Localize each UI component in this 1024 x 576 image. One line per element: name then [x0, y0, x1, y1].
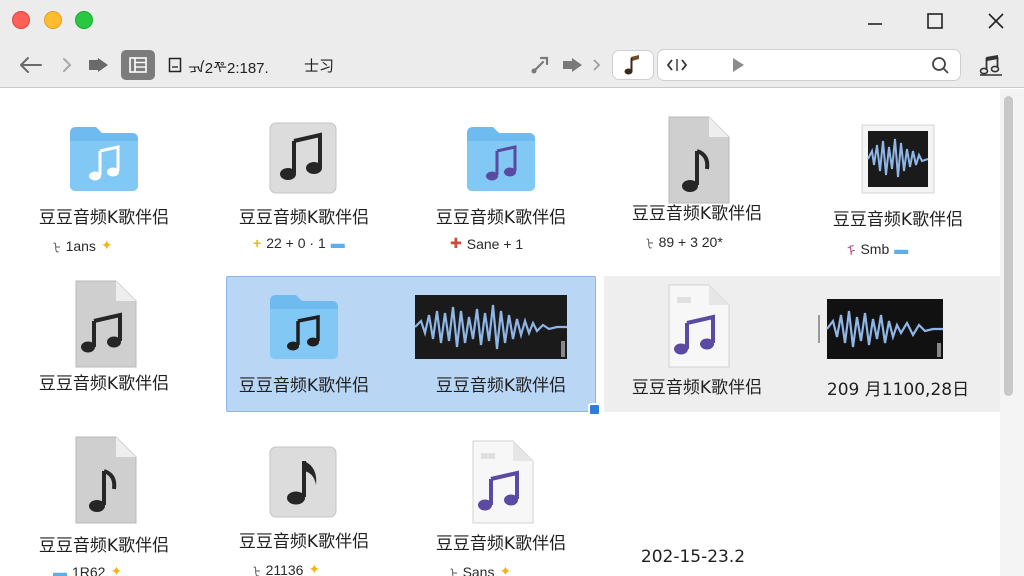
file-item[interactable]: 豆豆音频K歌伴侣 ᡶ Sans ✦: [416, 439, 586, 576]
file-meta: ✚ Sane + 1: [450, 235, 524, 252]
music-file-dark-icon: [269, 122, 337, 194]
path-text: ᠴᠠ2ᢝ2:187.: [188, 60, 269, 77]
file-item[interactable]: 豆豆音频K歌伴侣: [219, 287, 389, 396]
title-bar: [0, 0, 1024, 42]
audio-settings-icon[interactable]: [976, 50, 1006, 80]
file-meta: ᡶ 89 + 3 20*: [612, 231, 782, 252]
music-folder-purple-icon: [467, 127, 535, 191]
star-icon: ✦: [110, 563, 123, 576]
music-folder-icon: [270, 295, 338, 359]
file-grid: 豆豆音频K歌伴侣 ᡶ 1ans ✦ 豆豆音频K歌伴侣 + 22 + 0 · 1 …: [0, 89, 1000, 576]
file-name: 豆豆音频K歌伴侣: [238, 376, 370, 396]
folder-small-icon: ▬: [894, 241, 909, 257]
audio-scrub-icon: [666, 59, 688, 71]
gallery-view-icon[interactable]: [121, 50, 155, 80]
music-folder-icon: [70, 127, 138, 191]
music-document-purple-icon: [472, 440, 534, 524]
music-document-icon: [668, 116, 730, 204]
file-meta: ᡶ 21136 ✦: [219, 559, 389, 576]
file-meta: ᡏ Smb ▬: [813, 237, 983, 261]
file-name: 豆豆音频K歌伴侣: [435, 208, 567, 228]
minimize-traffic-light[interactable]: [44, 11, 62, 29]
file-meta: ▬ 1R62 ✦: [19, 563, 189, 576]
plus-icon: +: [253, 235, 262, 251]
folder-small-icon: ▬: [330, 235, 345, 251]
folder-small-icon: ▬: [53, 563, 67, 576]
sort-label[interactable]: 士习: [304, 50, 334, 80]
action-arrow-icon[interactable]: [560, 50, 586, 80]
file-name: 209 月1100,28日: [826, 380, 970, 400]
tag-icon: ᡶ: [450, 567, 458, 576]
minimize-icon[interactable]: [862, 8, 888, 34]
file-item[interactable]: 豆豆音频K歌伴侣 ᡏ Smb ▬: [813, 121, 983, 261]
file-meta: + 22 + 0 · 1 ▬: [253, 235, 345, 251]
music-document-icon: [75, 436, 137, 524]
waveform-icon: [818, 299, 943, 359]
waveform-icon: [414, 295, 567, 359]
file-item[interactable]: 豆豆音频K歌伴侣 ᡶ 1ans ✦: [19, 119, 189, 256]
file-name: 202-15-23.2: [640, 547, 746, 567]
star-icon: ✦: [308, 561, 321, 576]
file-item[interactable]: 豆豆音频K歌伴侣 ᡶ 89 + 3 20*: [612, 115, 782, 252]
file-item[interactable]: 豆豆音频K歌伴侣: [19, 279, 189, 394]
file-item[interactable]: 豆豆音频K歌伴侣 ▬ 1R62 ✦: [19, 435, 189, 576]
file-name: 豆豆音频K歌伴侣: [38, 208, 170, 228]
file-name: 豆豆音频K歌伴侣: [238, 532, 370, 552]
file-name: 豆豆音频K歌伴侣: [832, 210, 964, 230]
file-item[interactable]: 豆豆音频K歌伴侣: [414, 291, 586, 396]
file-name: 豆豆音频K歌伴侣: [631, 204, 763, 224]
close-icon[interactable]: [983, 8, 1009, 34]
tag-icon: ᡶ: [646, 237, 654, 251]
tag-color-icon: ᡏ: [847, 243, 856, 259]
file-item[interactable]: 202-15-23.2: [608, 539, 778, 567]
tag-color-icon: ✚: [450, 235, 462, 251]
tag-icon: ᡶ: [53, 241, 61, 255]
search-field[interactable]: [657, 49, 961, 81]
music-file-dark-icon: [269, 446, 337, 518]
music-note-icon[interactable]: [612, 50, 654, 80]
file-meta: ᡶ Sans ✦: [416, 561, 586, 576]
file-name: 豆豆音频K歌伴侣: [631, 378, 763, 398]
star-icon: ✦: [499, 563, 512, 576]
tag-icon: ᡶ: [253, 565, 261, 576]
file-name: 豆豆音频K歌伴侣: [38, 374, 170, 394]
share-icon[interactable]: [86, 50, 112, 80]
toolbar: ᠴᠠ2ᢝ2:187. 士习: [0, 42, 1024, 88]
file-item[interactable]: 豆豆音频K歌伴侣 ᡶ 21136 ✦: [219, 443, 389, 576]
file-item[interactable]: 豆豆音频K歌伴侣 + 22 + 0 · 1 ▬: [219, 119, 389, 251]
waveform-icon: [861, 124, 935, 194]
chevron-right-icon[interactable]: [590, 50, 604, 80]
file-name: 豆豆音频K歌伴侣: [435, 534, 567, 554]
file-meta: ᡶ 1ans ✦: [53, 237, 113, 255]
forward-arrow-icon[interactable]: [56, 50, 78, 80]
alias-badge-icon: [588, 403, 601, 416]
file-item[interactable]: 豆豆音频K歌伴侣 ✚ Sane + 1: [416, 119, 586, 252]
play-icon[interactable]: [730, 56, 746, 74]
maximize-icon[interactable]: [922, 8, 948, 34]
music-document-icon: [75, 280, 137, 368]
file-name: 豆豆音频K歌伴侣: [238, 208, 370, 228]
scroll-thumb[interactable]: [1004, 96, 1013, 396]
close-traffic-light[interactable]: [12, 11, 30, 29]
music-document-purple-icon: [668, 284, 730, 368]
path-label[interactable]: ᠴᠠ2ᢝ2:187.: [168, 50, 269, 80]
file-name: 豆豆音频K歌伴侣: [38, 536, 170, 556]
file-item[interactable]: 豆豆音频K歌伴侣: [612, 283, 782, 398]
tag-icon[interactable]: [528, 50, 552, 80]
back-arrow-icon[interactable]: [14, 50, 46, 80]
file-name: 豆豆音频K歌伴侣: [435, 376, 567, 396]
document-icon: [168, 57, 182, 73]
search-icon[interactable]: [930, 55, 950, 75]
star-icon: ✦: [100, 237, 113, 253]
file-item[interactable]: 209 月1100,28日: [813, 295, 983, 400]
zoom-traffic-light[interactable]: [75, 11, 93, 29]
